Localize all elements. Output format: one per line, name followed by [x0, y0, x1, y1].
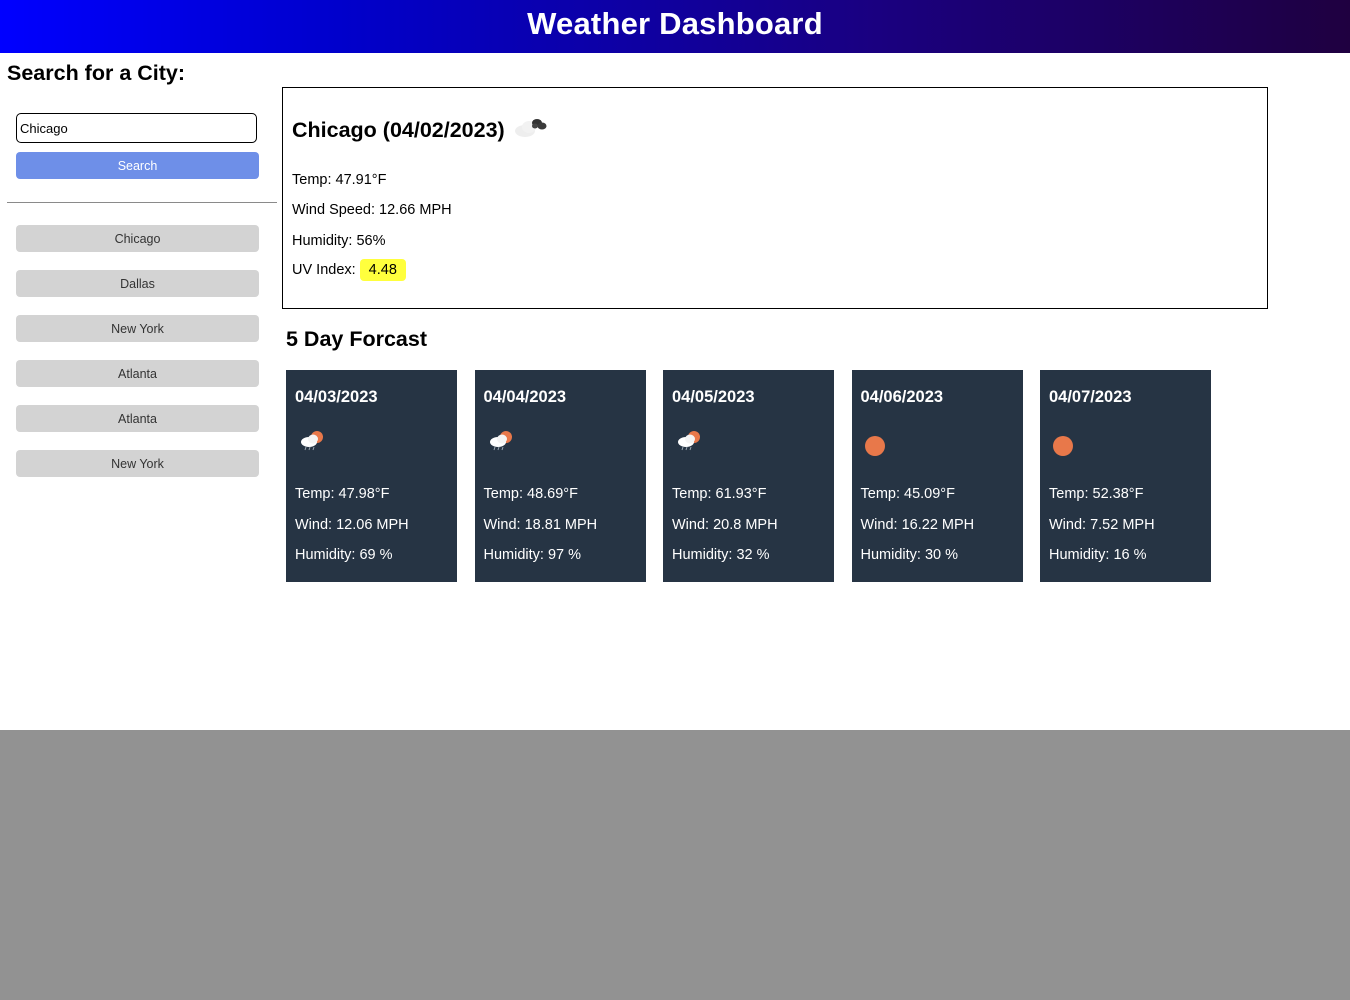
current-weather-heading: Chicago (04/02/2023)	[292, 115, 549, 145]
forecast-temp: Temp: 45.09°F	[860, 486, 955, 502]
history-button-dallas[interactable]: Dallas	[16, 270, 259, 297]
current-humidity: Humidity: 56%	[292, 233, 385, 249]
forecast-heading: 5 Day Forcast	[286, 327, 428, 351]
forecast-humidity: Humidity: 97 %	[483, 547, 582, 563]
page-header: Weather Dashboard	[0, 0, 1350, 53]
forecast-date: 04/05/2023	[672, 388, 755, 406]
sun-icon	[864, 428, 893, 461]
partly-cloudy-rain-icon	[488, 428, 516, 457]
history-button-atlanta[interactable]: Atlanta	[16, 360, 259, 387]
forecast-temp: Temp: 52.38°F	[1049, 486, 1144, 502]
page-body: Weather Dashboard Search for a City: Sea…	[0, 0, 1350, 730]
current-uv-index: UV Index: 4.48	[292, 259, 406, 281]
forecast-humidity: Humidity: 16 %	[1049, 547, 1147, 563]
forecast-date: 04/03/2023	[295, 388, 378, 406]
forecast-temp: Temp: 48.69°F	[483, 486, 578, 502]
page-title: Weather Dashboard	[527, 5, 823, 41]
forecast-temp: Temp: 61.93°F	[672, 486, 767, 502]
forecast-wind: Wind: 18.81 MPH	[483, 517, 598, 533]
forecast-card: 04/04/2023 Temp: 48.69°F Wind: 18.81 MPH…	[474, 370, 646, 582]
uv-index-label: UV Index:	[292, 262, 356, 278]
city-search-input[interactable]	[16, 113, 257, 143]
forecast-humidity: Humidity: 32 %	[672, 547, 770, 563]
forecast-card: 04/06/2023 Temp: 45.09°F Wind: 16.22 MPH…	[851, 370, 1023, 582]
forecast-card: 04/03/2023 Temp: 47.98°F Wind: 12.06 MPH…	[286, 370, 457, 582]
forecast-wind: Wind: 20.8 MPH	[672, 517, 778, 533]
forecast-date: 04/07/2023	[1049, 388, 1132, 406]
forecast-wind: Wind: 16.22 MPH	[860, 517, 975, 533]
forecast-card: 04/07/2023 Temp: 52.38°F Wind: 7.52 MPH …	[1040, 370, 1211, 582]
sidebar-divider	[7, 202, 277, 203]
forecast-card: 04/05/2023 Temp: 61.93°F Wind: 20.8 MPH …	[663, 370, 834, 582]
current-temp: Temp: 47.91°F	[292, 172, 387, 188]
history-button-atlanta[interactable]: Atlanta	[16, 405, 259, 432]
history-button-new-york[interactable]: New York	[16, 450, 259, 477]
uv-index-badge: 4.48	[359, 259, 406, 281]
partly-cloudy-rain-icon	[676, 428, 704, 457]
current-city-date: Chicago (04/02/2023)	[292, 117, 505, 142]
current-weather-card: Chicago (04/02/2023) Temp: 47.91°F Wind …	[282, 87, 1268, 309]
cloudy-icon	[513, 115, 549, 145]
forecast-date: 04/04/2023	[483, 388, 567, 406]
search-heading: Search for a City:	[7, 61, 186, 85]
forecast-humidity: Humidity: 69 %	[295, 547, 393, 563]
partly-cloudy-rain-icon	[299, 428, 327, 457]
forecast-humidity: Humidity: 30 %	[860, 547, 959, 563]
forecast-list: 04/03/2023 Temp: 47.98°F Wind: 12.06 MPH…	[286, 370, 1229, 582]
forecast-wind: Wind: 7.52 MPH	[1049, 517, 1155, 533]
current-humidity-text: Humidity: 56%	[292, 233, 386, 249]
forecast-date: 04/06/2023	[860, 388, 944, 406]
search-history-list: Chicago Dallas New York Atlanta Atlanta …	[16, 225, 259, 495]
forecast-temp: Temp: 47.98°F	[295, 486, 390, 502]
search-button[interactable]: Search	[16, 152, 259, 179]
forecast-wind: Wind: 12.06 MPH	[295, 517, 409, 533]
current-wind: Wind Speed: 12.66 MPH	[292, 202, 452, 218]
history-button-new-york[interactable]: New York	[16, 315, 259, 342]
history-button-chicago[interactable]: Chicago	[16, 225, 259, 252]
sun-icon	[1053, 428, 1081, 461]
